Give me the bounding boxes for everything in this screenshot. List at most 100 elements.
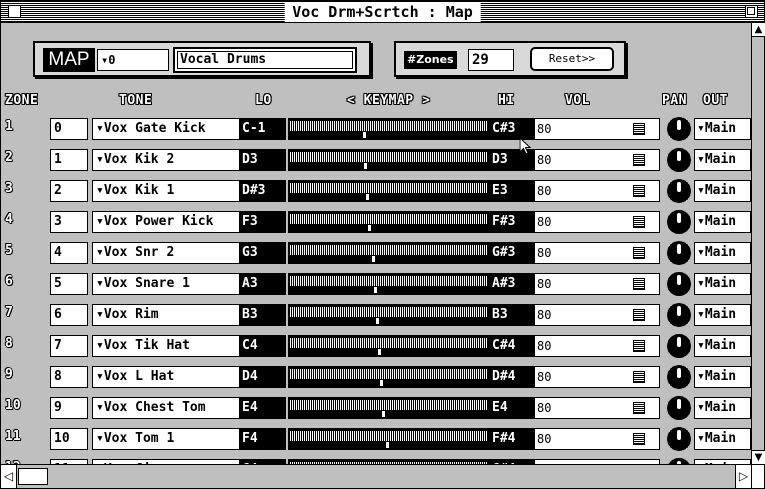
reset-button[interactable]: Reset>>	[530, 47, 614, 71]
tone-number-field[interactable]: 4	[50, 242, 88, 264]
tone-number-field[interactable]: 2	[50, 180, 88, 202]
keymap-slider[interactable]	[288, 180, 490, 202]
volume-slider[interactable]: 80	[534, 397, 660, 419]
volume-thumb[interactable]	[633, 309, 645, 321]
tone-select[interactable]: ▾Vox Rim	[92, 304, 240, 326]
tone-select[interactable]: ▾Vox L Hat	[92, 366, 240, 388]
keymap-marker[interactable]	[366, 194, 369, 200]
map-number-select[interactable]: ▾0	[97, 49, 169, 71]
volume-thumb[interactable]	[633, 402, 645, 414]
lo-key-field[interactable]: G3	[240, 242, 286, 264]
tone-select[interactable]: ▾Vox Chest Tom	[92, 397, 240, 419]
tone-number-field[interactable]: 0	[50, 118, 88, 140]
volume-slider[interactable]: 80	[534, 149, 660, 171]
lo-key-field[interactable]: B3	[240, 304, 286, 326]
tone-select[interactable]: ▾Vox Tom 1	[92, 428, 240, 450]
scroll-left-icon[interactable]: ◁	[1, 465, 17, 488]
tone-number-field[interactable]: 10	[50, 428, 88, 450]
output-select[interactable]: ▾Main	[694, 149, 751, 171]
tone-select[interactable]: ▾Vox Gate Kick	[92, 118, 240, 140]
horizontal-scroll-track[interactable]	[49, 465, 734, 488]
keymap-marker[interactable]	[376, 318, 379, 324]
output-select[interactable]: ▾Main	[694, 180, 751, 202]
keymap-marker[interactable]	[372, 256, 375, 262]
output-select[interactable]: ▾Main	[694, 335, 751, 357]
zones-count-field[interactable]: 29	[468, 49, 514, 71]
pan-knob-icon[interactable]	[667, 179, 691, 203]
tone-select[interactable]: ▾Vox Kik 1	[92, 180, 240, 202]
horizontal-scrollbar[interactable]: ◁ ▷	[1, 464, 751, 488]
keymap-slider[interactable]	[288, 428, 490, 450]
keymap-slider[interactable]	[288, 211, 490, 233]
tone-select[interactable]: ▾Vox Power Kick	[92, 211, 240, 233]
hi-key-field[interactable]: C#4	[490, 335, 534, 357]
volume-slider[interactable]: 80	[534, 366, 660, 388]
volume-slider[interactable]: 80	[534, 428, 660, 450]
volume-slider[interactable]: 80	[534, 273, 660, 295]
volume-slider[interactable]: 80	[534, 335, 660, 357]
volume-slider[interactable]: 80	[534, 118, 660, 140]
tone-select[interactable]: ▾Vox Tik Hat	[92, 335, 240, 357]
keymap-slider[interactable]	[288, 242, 490, 264]
pan-knob-icon[interactable]	[667, 334, 691, 358]
pan-knob-icon[interactable]	[667, 396, 691, 420]
pan-knob-icon[interactable]	[667, 427, 691, 451]
keymap-slider[interactable]	[288, 149, 490, 171]
output-select[interactable]: ▾Main	[694, 366, 751, 388]
pan-knob-icon[interactable]	[667, 210, 691, 234]
scroll-right-icon[interactable]: ▷	[735, 465, 751, 488]
volume-thumb[interactable]	[633, 433, 645, 445]
volume-thumb[interactable]	[633, 123, 645, 135]
keymap-slider[interactable]	[288, 304, 490, 326]
keymap-marker[interactable]	[363, 132, 366, 138]
grow-box-icon[interactable]	[751, 464, 764, 488]
keymap-slider[interactable]	[288, 335, 490, 357]
lo-key-field[interactable]: F3	[240, 211, 286, 233]
close-box-icon[interactable]	[8, 5, 21, 18]
lo-key-field[interactable]: C-1	[240, 118, 286, 140]
output-select[interactable]: ▾Main	[694, 242, 751, 264]
volume-slider[interactable]: 80	[534, 180, 660, 202]
output-select[interactable]: ▾Main	[694, 428, 751, 450]
lo-key-field[interactable]: D#3	[240, 180, 286, 202]
keymap-marker[interactable]	[386, 442, 389, 448]
pan-knob-icon[interactable]	[667, 117, 691, 141]
hi-key-field[interactable]: F#4	[490, 428, 534, 450]
volume-slider[interactable]: 80	[534, 304, 660, 326]
tone-select[interactable]: ▾Vox Snare 1	[92, 273, 240, 295]
lo-key-field[interactable]: A3	[240, 273, 286, 295]
map-name-field[interactable]: Vocal Drums	[173, 47, 357, 73]
lo-key-field[interactable]: E4	[240, 397, 286, 419]
lo-key-field[interactable]: D4	[240, 366, 286, 388]
pan-knob-icon[interactable]	[667, 148, 691, 172]
keymap-marker[interactable]	[378, 349, 381, 355]
output-select[interactable]: ▾Main	[694, 273, 751, 295]
hi-key-field[interactable]: A#3	[490, 273, 534, 295]
pan-knob-icon[interactable]	[667, 272, 691, 296]
output-select[interactable]: ▾Main	[694, 397, 751, 419]
pan-knob-icon[interactable]	[667, 365, 691, 389]
keymap-marker[interactable]	[374, 287, 377, 293]
volume-thumb[interactable]	[633, 247, 645, 259]
title-bar[interactable]: Voc Drm+Scrtch : Map	[1, 1, 764, 23]
lo-key-field[interactable]: D3	[240, 149, 286, 171]
tone-select[interactable]: ▾Vox Snr 2	[92, 242, 240, 264]
volume-thumb[interactable]	[633, 154, 645, 166]
hi-key-field[interactable]: B3	[490, 304, 534, 326]
scroll-down-icon[interactable]: ▼	[752, 450, 765, 464]
keymap-slider[interactable]	[288, 366, 490, 388]
tone-number-field[interactable]: 3	[50, 211, 88, 233]
output-select[interactable]: ▾Main	[694, 118, 751, 140]
keymap-slider[interactable]	[288, 118, 490, 140]
keymap-slider[interactable]	[288, 273, 490, 295]
tone-number-field[interactable]: 8	[50, 366, 88, 388]
volume-thumb[interactable]	[633, 185, 645, 197]
tone-number-field[interactable]: 6	[50, 304, 88, 326]
volume-thumb[interactable]	[633, 216, 645, 228]
keymap-marker[interactable]	[382, 411, 385, 417]
volume-thumb[interactable]	[633, 371, 645, 383]
lo-key-field[interactable]: F4	[240, 428, 286, 450]
output-select[interactable]: ▾Main	[694, 211, 751, 233]
pan-knob-icon[interactable]	[667, 241, 691, 265]
tone-select[interactable]: ▾Vox Kik 2	[92, 149, 240, 171]
